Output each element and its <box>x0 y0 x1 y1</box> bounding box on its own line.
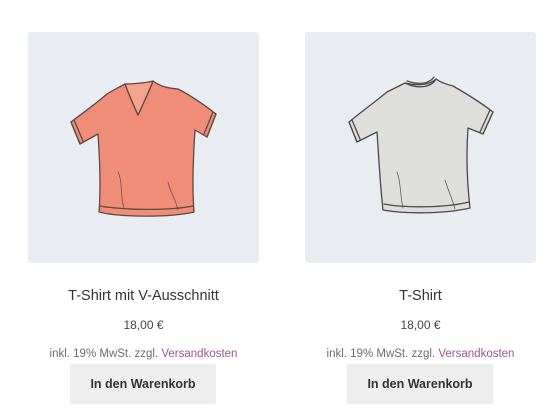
product-grid: T-Shirt mit V-Ausschnitt 18,00 € inkl. 1… <box>0 0 560 420</box>
add-to-cart-button[interactable]: In den Warenkorb <box>70 364 216 404</box>
shipping-costs-link[interactable]: Versandkosten <box>161 348 237 360</box>
shipping-costs-link[interactable]: Versandkosten <box>438 348 514 360</box>
product-card: T-Shirt mit V-Ausschnitt 18,00 € inkl. 1… <box>22 0 262 420</box>
tax-notice-text: inkl. 19% MwSt. zzgl. <box>326 348 436 360</box>
product-card: T-Shirt 18,00 € inkl. 19% MwSt. zzgl. Ve… <box>299 0 539 420</box>
product-title[interactable]: T-Shirt mit V-Ausschnitt <box>22 286 265 306</box>
product-title[interactable]: T-Shirt <box>299 286 542 306</box>
product-image-link[interactable] <box>305 32 536 263</box>
tax-notice: inkl. 19% MwSt. zzgl. Versandkosten <box>299 346 542 362</box>
product-image-link[interactable] <box>28 32 259 263</box>
add-to-cart-button[interactable]: In den Warenkorb <box>347 364 493 404</box>
tax-notice-text: inkl. 19% MwSt. zzgl. <box>49 348 159 360</box>
tax-notice: inkl. 19% MwSt. zzgl. Versandkosten <box>22 346 265 362</box>
product-price: 18,00 € <box>123 318 164 332</box>
tshirt-icon <box>348 76 494 214</box>
product-price: 18,00 € <box>400 318 441 332</box>
v-neck-tshirt-icon <box>70 80 217 217</box>
